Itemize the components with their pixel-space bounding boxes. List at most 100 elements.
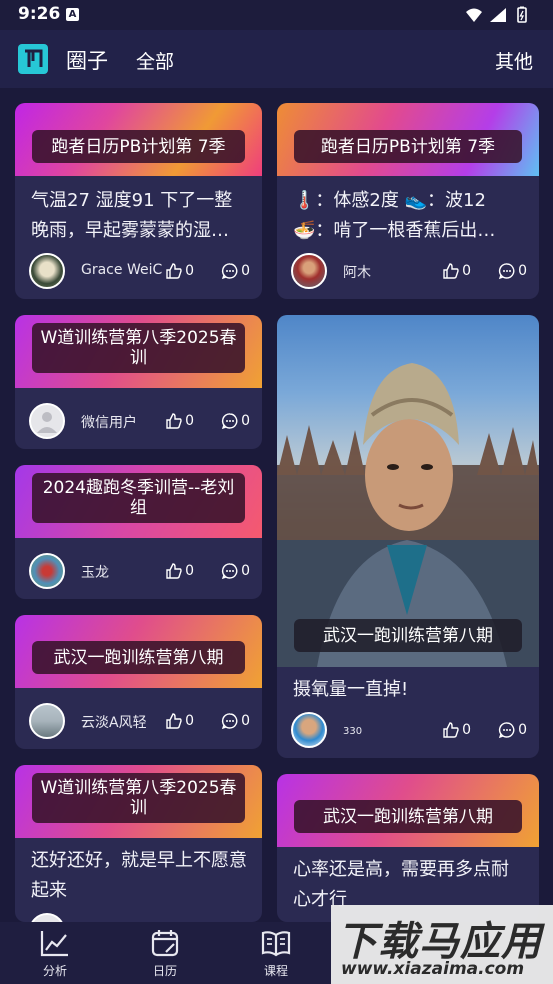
post-card[interactable]: 武汉一跑训练营第八期 心率还是高，需要再多点耐心才行 <box>277 774 539 922</box>
comment-button[interactable]: 0 <box>221 561 250 581</box>
comment-icon <box>221 563 238 580</box>
username[interactable]: 云淡A风轻 <box>81 712 147 732</box>
comment-icon <box>221 713 238 730</box>
nav-label: 分析 <box>42 964 67 978</box>
nav-label: 日历 <box>152 964 177 978</box>
like-count: 0 <box>462 263 471 279</box>
comment-button[interactable]: 0 <box>498 720 527 740</box>
like-count: 0 <box>185 563 194 579</box>
thumbs-up-icon <box>166 563 182 579</box>
card-footer: 微信用户 0 0 <box>29 403 250 439</box>
avatar[interactable] <box>29 553 65 589</box>
app-logo-icon[interactable] <box>18 44 48 74</box>
like-button[interactable]: 0 <box>442 720 471 740</box>
filter-dropdown[interactable]: 全部 <box>136 47 174 74</box>
like-button[interactable]: 0 <box>165 411 194 431</box>
battery-icon <box>517 7 527 23</box>
username[interactable]: 微信用户 <box>81 412 137 432</box>
group-tag[interactable]: 武汉一跑训练营第八期 <box>294 800 522 833</box>
watermark-url: www.xiazaima.com <box>341 959 525 979</box>
nav-course[interactable]: 课程 <box>246 928 306 980</box>
group-tag[interactable]: 跑者日历PB计划第 7季 <box>294 130 522 163</box>
comment-icon <box>221 263 238 280</box>
notification-icon: A <box>66 8 79 21</box>
nav-analysis[interactable]: 分析 <box>25 928 85 980</box>
calendar-icon <box>151 930 179 957</box>
group-tag[interactable]: W道训练营第八季2025春训 <box>32 323 245 373</box>
username[interactable]: 玉龙 <box>81 562 109 582</box>
post-card[interactable]: 2024趣跑冬季训营--老刘组 玉龙 0 0 <box>15 465 262 599</box>
like-count: 0 <box>462 722 471 738</box>
comment-button[interactable]: 0 <box>498 261 527 281</box>
post-card[interactable]: 跑者日历PB计划第 7季 🌡️：体感2度 👟：波12 🍜：啃了一根香蕉后出… 阿… <box>277 103 539 299</box>
signal-icon <box>490 8 506 22</box>
card-footer: 玉龙 0 0 <box>29 553 250 589</box>
group-tag[interactable]: W道训练营第八季2025春训 <box>32 773 245 823</box>
nav-calendar[interactable]: 日历 <box>135 928 195 980</box>
comment-count: 0 <box>241 413 250 429</box>
post-text-line: 🌡️：体感2度 👟：波12 <box>293 190 486 211</box>
like-count: 0 <box>185 413 194 429</box>
username[interactable]: 330 <box>343 726 362 737</box>
thumbs-up-icon <box>166 713 182 729</box>
post-text: 气温27 湿度91 下了一整晚雨，早起雾蒙蒙的湿… <box>31 190 233 241</box>
post-card[interactable]: W道训练营第八季2025春训 微信用户 0 0 <box>15 315 262 449</box>
like-count: 0 <box>185 263 194 279</box>
avatar[interactable] <box>291 253 327 289</box>
like-button[interactable]: 0 <box>165 561 194 581</box>
comment-button[interactable]: 0 <box>221 261 250 281</box>
comment-count: 0 <box>518 722 527 738</box>
comment-count: 0 <box>241 713 250 729</box>
post-photo[interactable] <box>277 315 539 667</box>
group-tag[interactable]: 武汉一跑训练营第八期 <box>32 641 245 674</box>
like-button[interactable]: 0 <box>442 261 471 281</box>
status-time: 9:26 <box>18 4 61 24</box>
avatar[interactable] <box>29 703 65 739</box>
post-text: 🌡️：体感2度 👟：波12 🍜：啃了一根香蕉后出… <box>293 186 525 246</box>
comment-count: 0 <box>518 263 527 279</box>
comment-icon <box>498 263 515 280</box>
like-count: 0 <box>185 713 194 729</box>
thumbs-up-icon <box>166 413 182 429</box>
card-footer: 云淡A风轻 0 0 <box>29 703 250 739</box>
post-card[interactable]: 武汉一跑训练营第八期 云淡A风轻 0 0 <box>15 615 262 749</box>
card-footer: 阿木 0 0 <box>291 253 527 289</box>
chart-icon <box>40 931 68 957</box>
watermark: 下载马应用 www.xiazaima.com <box>331 905 553 984</box>
avatar[interactable] <box>29 403 65 439</box>
comment-button[interactable]: 0 <box>221 711 250 731</box>
thumbs-up-icon <box>443 722 459 738</box>
comment-count: 0 <box>241 563 250 579</box>
status-icons <box>466 6 527 23</box>
comment-icon <box>221 413 238 430</box>
comment-button[interactable]: 0 <box>221 411 250 431</box>
other-button[interactable]: 其他 <box>495 47 533 74</box>
avatar[interactable] <box>291 712 327 748</box>
post-card[interactable]: 跑者日历PB计划第 7季 气温27 湿度91 下了一整晚雨，早起雾蒙蒙的湿… G… <box>15 103 262 299</box>
group-tag[interactable]: 2024趣跑冬季训营--老刘组 <box>32 473 245 523</box>
page-title: 圈子 <box>66 49 108 73</box>
post-text-line: 🍜：啃了一根香蕉后出… <box>293 220 496 241</box>
app-bar: 圈子 全部 其他 <box>0 30 553 88</box>
post-text: 摄氧量一直掉! <box>293 679 409 700</box>
thumbs-up-icon <box>166 263 182 279</box>
avatar[interactable] <box>29 913 65 922</box>
group-tag[interactable]: 武汉一跑训练营第八期 <box>294 619 522 652</box>
avatar[interactable] <box>29 253 65 289</box>
username[interactable]: Grace WeiC <box>81 262 162 278</box>
book-icon <box>261 931 291 957</box>
comment-count: 0 <box>241 263 250 279</box>
post-card[interactable]: 武汉一跑训练营第八期 摄氧量一直掉! 330 0 0 <box>277 315 539 758</box>
card-footer: Grace WeiC 0 0 <box>29 253 250 289</box>
card-footer: 330 0 0 <box>291 712 527 748</box>
wifi-icon <box>466 8 482 22</box>
username[interactable]: 阿木 <box>343 262 371 282</box>
status-bar: 9:26 A <box>0 0 553 30</box>
group-tag[interactable]: 跑者日历PB计划第 7季 <box>32 130 245 163</box>
like-button[interactable]: 0 <box>165 711 194 731</box>
post-card[interactable]: W道训练营第八季2025春训 还好还好，就是早上不愿意起来 <box>15 765 262 922</box>
like-button[interactable]: 0 <box>165 261 194 281</box>
post-text: 还好还好，就是早上不愿意起来 <box>31 850 247 901</box>
comment-icon <box>498 722 515 739</box>
nav-label: 课程 <box>263 964 288 978</box>
